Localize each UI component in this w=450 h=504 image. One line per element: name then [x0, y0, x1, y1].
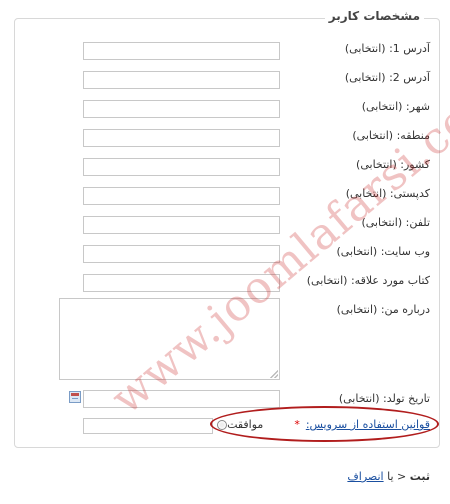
country-input[interactable] [83, 158, 280, 176]
phone-label: تلفن: (انتخابی) [361, 216, 430, 229]
country-label: کشور: (انتخابی) [356, 158, 430, 171]
address2-label: آدرس 2: (انتخابی) [344, 71, 430, 84]
fieldset-legend: مشخصات کاربر [324, 9, 424, 23]
calendar-icon[interactable] [69, 391, 81, 403]
birthdate-label: تاریخ تولد: (انتخابی) [338, 392, 430, 405]
about-me-textarea[interactable] [59, 298, 280, 380]
website-input[interactable] [83, 245, 280, 263]
save-button[interactable]: ثبت [410, 470, 430, 483]
phone-input[interactable] [83, 216, 280, 234]
form-actions: ثبت < یا انصراف [347, 470, 430, 483]
region-label: منطقه: (انتخابی) [352, 129, 430, 142]
address1-input[interactable] [83, 42, 280, 60]
about-me-label: درباره من: (انتخابی) [336, 303, 430, 316]
region-input[interactable] [83, 129, 280, 147]
address2-input[interactable] [83, 71, 280, 89]
postal-code-input[interactable] [83, 187, 280, 205]
favorite-book-label: کتاب مورد علاقه: (انتخابی) [306, 274, 430, 287]
terms-field [83, 418, 213, 434]
highlight-annotation [210, 406, 439, 442]
or-separator: یا [387, 470, 394, 483]
city-label: شهر: (انتخابی) [361, 100, 430, 113]
address1-label: آدرس 1: (انتخابی) [344, 42, 430, 55]
resize-grip-icon[interactable] [270, 370, 278, 378]
cancel-link[interactable]: انصراف [347, 470, 383, 483]
website-label: وب سایت: (انتخابی) [336, 245, 431, 258]
postal-code-label: کدپستی: (انتخابی) [345, 187, 430, 200]
favorite-book-input[interactable] [83, 274, 280, 292]
city-input[interactable] [83, 100, 280, 118]
birthdate-input[interactable] [83, 390, 280, 408]
